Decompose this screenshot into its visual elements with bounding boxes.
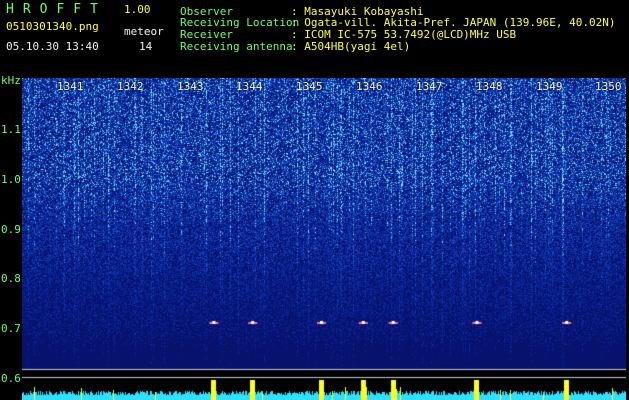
- meteor-count-value: 14: [139, 40, 153, 53]
- freq-tick-0.7: 0.7: [1, 322, 21, 335]
- spectrogram-display: 1341 1342 1343 1344 1345 1346 1347 1348 …: [22, 78, 626, 400]
- minute-tick-1342: 1342: [117, 80, 144, 93]
- minute-tick-1346: 1346: [356, 80, 383, 93]
- antenna-label: Receiving antenna: [180, 40, 293, 53]
- minute-tick-1347: 1347: [416, 80, 443, 93]
- waterfall-canvas: [22, 78, 626, 400]
- location-value: : Ogata-vill. Akita-Pref. JAPAN (139.96E…: [291, 16, 616, 29]
- receiver-label: Receiver: [180, 28, 233, 41]
- freq-tick-1.0: 1.0: [1, 173, 21, 186]
- axis-unit-label: kHz: [1, 74, 21, 87]
- minute-tick-1343: 1343: [177, 80, 204, 93]
- minute-tick-1344: 1344: [236, 80, 263, 93]
- minute-tick-1348: 1348: [476, 80, 503, 93]
- meteor-count-label: meteor: [124, 25, 164, 38]
- file-name: 0510301340.png: [6, 20, 99, 33]
- app-version: 1.00: [124, 3, 151, 16]
- minute-tick-1349: 1349: [536, 80, 563, 93]
- receiver-value: : ICOM IC-575 53.7492(@LCD)MHz USB: [291, 28, 517, 41]
- minute-tick-1345: 1345: [296, 80, 323, 93]
- app-title: HROFFT: [6, 2, 107, 17]
- freq-tick-0.6: 0.6: [1, 372, 21, 385]
- antenna-value: : A504HB(yagi 4el): [291, 40, 411, 53]
- minute-tick-1350: 1350: [595, 80, 622, 93]
- freq-tick-1.1: 1.1: [1, 123, 21, 136]
- freq-tick-0.9: 0.9: [1, 223, 21, 236]
- freq-tick-0.8: 0.8: [1, 272, 21, 285]
- location-label: Receiving Location: [180, 16, 300, 29]
- date-time: 05.10.30 13:40: [6, 40, 99, 53]
- minute-tick-1341: 1341: [57, 80, 84, 93]
